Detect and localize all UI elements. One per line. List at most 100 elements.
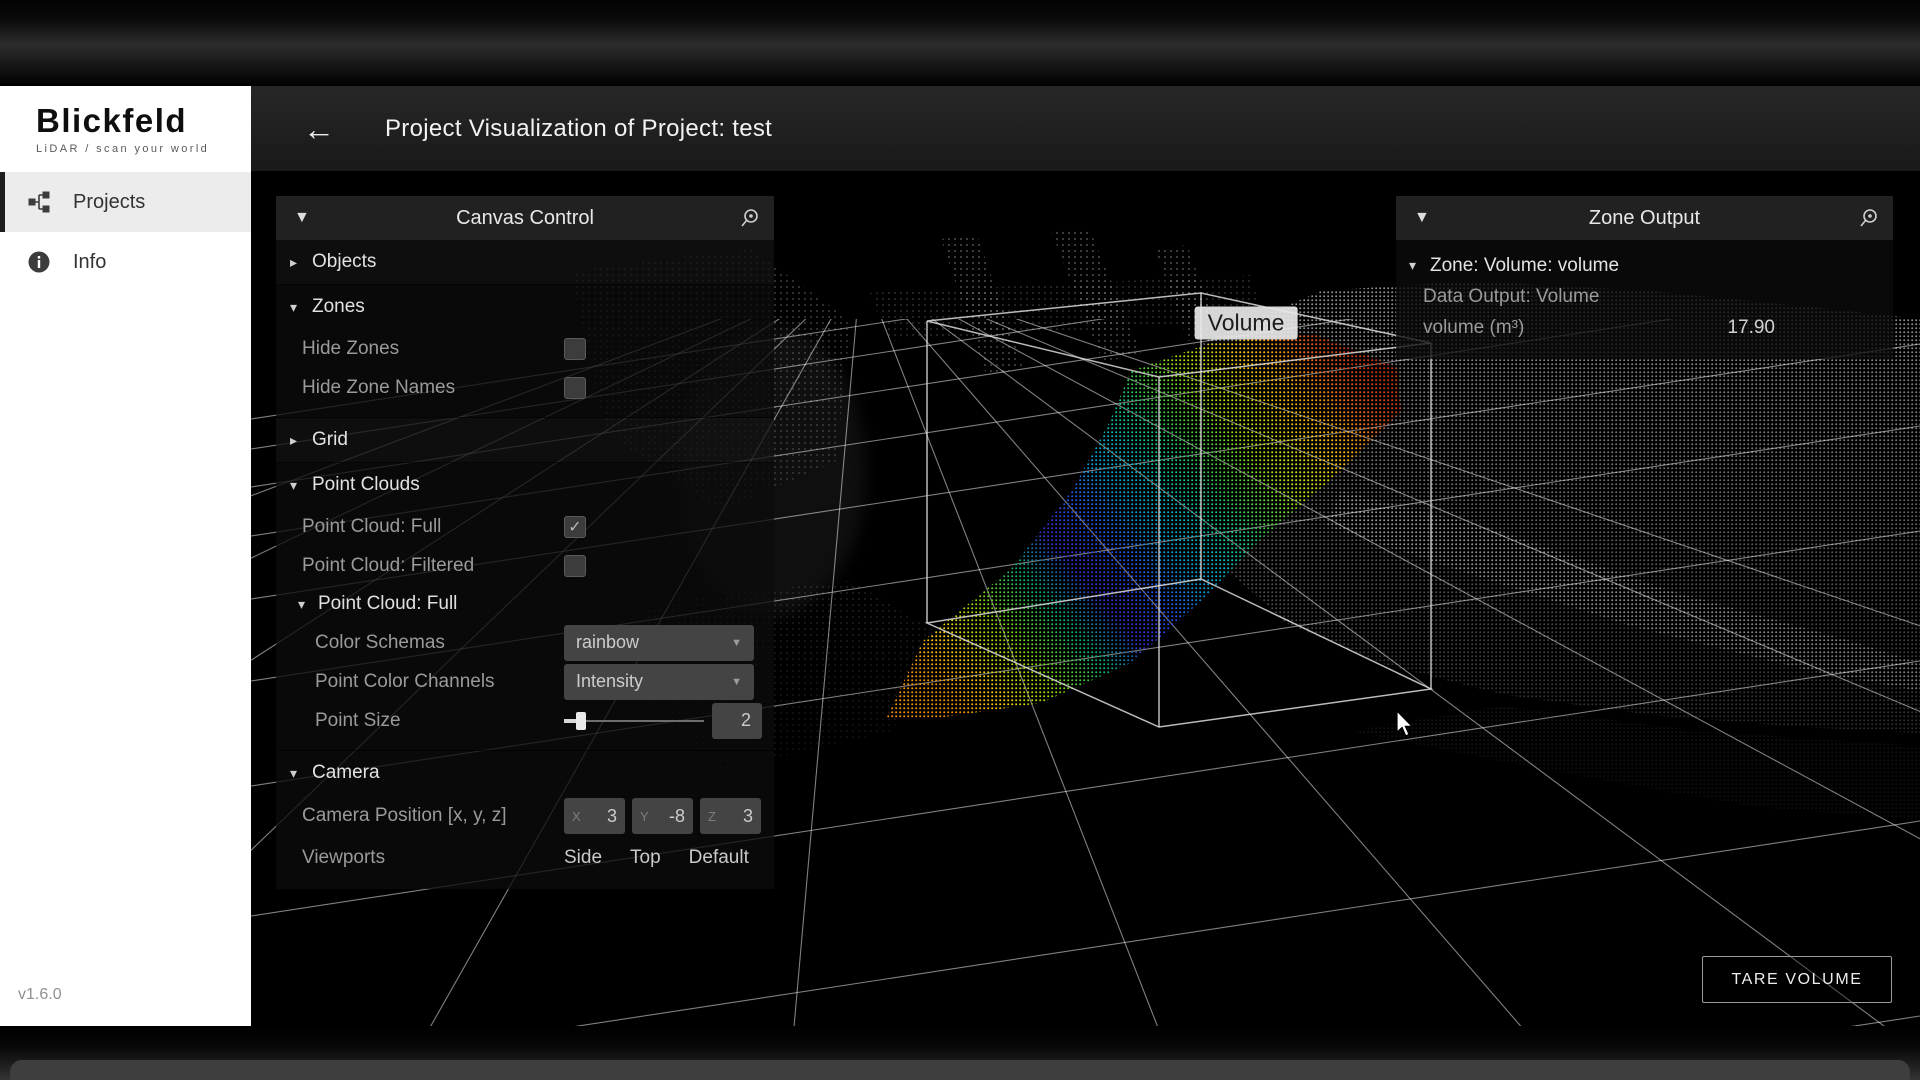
- color-schemas-dropdown[interactable]: rainbow ▼: [564, 625, 754, 661]
- camera-y-input[interactable]: Y -8: [632, 798, 693, 834]
- collapse-panel-icon[interactable]: ▼: [294, 209, 310, 227]
- setting-label: Point Size: [315, 710, 401, 732]
- zone-label: Zone: Volume: volume: [1430, 255, 1619, 277]
- camera-position-row: Camera Position [x, y, z] X 3 Y -8: [276, 795, 774, 837]
- camera-z-input[interactable]: Z 3: [700, 798, 761, 834]
- dropdown-caret-icon: ▼: [731, 676, 742, 688]
- zone-name-label: Volume: [1195, 307, 1298, 340]
- setting-label: Point Color Channels: [315, 671, 495, 693]
- zone-row[interactable]: ▾ Zone: Volume: volume: [1396, 250, 1893, 281]
- viewport-buttons: Side Top Default: [564, 847, 749, 869]
- caret-right-icon: ▸: [290, 254, 302, 271]
- setting-label: Camera Position [x, y, z]: [302, 805, 507, 827]
- app-version: v1.6.0: [18, 986, 62, 1004]
- point-size-slider[interactable]: [564, 703, 704, 739]
- metric-value: 17.90: [1727, 317, 1775, 339]
- viewport-side-button[interactable]: Side: [564, 847, 602, 869]
- zones-section-header[interactable]: ▾ Zones: [276, 285, 774, 329]
- axis-letter: X: [572, 809, 581, 824]
- sidebar-item-label: Projects: [73, 191, 145, 214]
- caret-down-icon: ▾: [290, 477, 302, 494]
- axis-letter: Z: [708, 809, 716, 824]
- caret-right-icon: ▸: [290, 432, 302, 449]
- collapse-panel-icon[interactable]: ▼: [1414, 209, 1430, 227]
- info-icon: [27, 250, 51, 274]
- viewport-default-button[interactable]: Default: [689, 847, 749, 869]
- hide-zones-row: Hide Zones: [276, 329, 774, 368]
- page-title: Project Visualization of Project: test: [385, 115, 772, 143]
- color-schemas-row: Color Schemas rainbow ▼: [276, 623, 774, 662]
- metric-label: volume (m³): [1423, 317, 1524, 339]
- pin-icon[interactable]: [738, 206, 762, 230]
- caret-down-icon: ▾: [290, 299, 302, 316]
- pin-icon[interactable]: [1857, 206, 1881, 230]
- camera-section: ▾ Camera Camera Position [x, y, z] X 3: [276, 751, 774, 889]
- setting-label: Point Cloud: Filtered: [302, 555, 474, 577]
- tare-volume-button[interactable]: TARE VOLUME: [1702, 956, 1892, 1003]
- volume-metric-row: volume (m³) 17.90: [1396, 312, 1893, 343]
- camera-position-inputs: X 3 Y -8 Z 3: [564, 798, 761, 834]
- hide-zone-names-checkbox[interactable]: [564, 377, 586, 399]
- panel-title: Zone Output: [1396, 207, 1893, 230]
- slider-track[interactable]: [564, 720, 704, 722]
- zone-output-body: ▾ Zone: Volume: volume Data Output: Volu…: [1396, 240, 1893, 359]
- hide-zone-names-row: Hide Zone Names: [276, 368, 774, 407]
- axis-value: 3: [743, 806, 753, 827]
- point-clouds-section-header[interactable]: ▾ Point Clouds: [276, 463, 774, 507]
- viewport-top-button[interactable]: Top: [630, 847, 661, 869]
- sidebar-item-projects[interactable]: Projects: [0, 172, 251, 232]
- sidebar-item-label: Info: [73, 251, 106, 274]
- caret-down-icon: ▾: [1409, 257, 1421, 274]
- setting-label: Color Schemas: [315, 632, 445, 654]
- caret-down-icon: ▾: [290, 765, 302, 782]
- canvas-control-header: ▼ Canvas Control: [276, 196, 774, 240]
- sidebar-item-info[interactable]: Info: [0, 232, 251, 292]
- caret-down-icon: ▾: [298, 596, 310, 613]
- camera-x-input[interactable]: X 3: [564, 798, 625, 834]
- camera-section-header[interactable]: ▾ Camera: [276, 751, 774, 795]
- data-output-label: Data Output: Volume: [1423, 286, 1599, 308]
- setting-label: Hide Zones: [302, 338, 399, 360]
- objects-section-header[interactable]: ▸ Objects: [276, 240, 774, 284]
- viewport-3d[interactable]: Volume ▼ Canvas Control ▸: [251, 171, 1920, 1026]
- zone-output-header: ▼ Zone Output: [1396, 196, 1893, 240]
- point-size-value[interactable]: 2: [712, 703, 762, 739]
- grid-section-header[interactable]: ▸ Grid: [276, 418, 774, 462]
- projects-icon: [27, 190, 51, 214]
- point-cloud-filtered-checkbox[interactable]: [564, 555, 586, 577]
- point-size-row: Point Size 2: [276, 701, 774, 740]
- back-arrow-icon[interactable]: ←: [303, 113, 335, 145]
- section-label: Point Clouds: [312, 474, 420, 496]
- point-cloud-filtered-row: Point Cloud: Filtered: [276, 546, 774, 585]
- point-color-channels-dropdown[interactable]: Intensity ▼: [564, 664, 754, 700]
- monitor-base: [10, 1060, 1910, 1080]
- viewports-row: Viewports Side Top Default: [276, 837, 774, 879]
- sidebar: Blickfeld LiDAR / scan your world Projec…: [0, 86, 251, 1026]
- point-cloud-full-subsection-header[interactable]: ▾ Point Cloud: Full: [276, 585, 774, 623]
- setting-label: Hide Zone Names: [302, 377, 455, 399]
- zones-section: ▾ Zones Hide Zones Hide Zone Names: [276, 285, 774, 418]
- app-window: Blickfeld LiDAR / scan your world Projec…: [0, 86, 1920, 1026]
- zone-output-panel: ▼ Zone Output ▾ Zone: Volume: volume Dat…: [1396, 196, 1893, 359]
- axis-value: 3: [607, 806, 617, 827]
- objects-section: ▸ Objects: [276, 240, 774, 285]
- dropdown-caret-icon: ▼: [731, 637, 742, 649]
- slider-handle[interactable]: [576, 712, 586, 730]
- point-cloud-full-row: Point Cloud: Full ✓: [276, 507, 774, 546]
- section-label: Zones: [312, 296, 365, 318]
- logo-wordmark: Blickfeld: [36, 102, 251, 140]
- slider-fill: [564, 719, 576, 723]
- hide-zones-checkbox[interactable]: [564, 338, 586, 360]
- subsection-label: Point Cloud: Full: [318, 593, 457, 615]
- section-label: Camera: [312, 762, 380, 784]
- setting-label: Viewports: [302, 847, 385, 869]
- monitor-bezel-top: [0, 0, 1920, 86]
- grid-section: ▸ Grid: [276, 418, 774, 463]
- panel-title: Canvas Control: [276, 207, 774, 230]
- page-header: ← Project Visualization of Project: test: [251, 86, 1920, 171]
- monitor-bezel-bottom: [0, 1026, 1920, 1080]
- section-label: Grid: [312, 429, 348, 451]
- point-cloud-full-checkbox[interactable]: ✓: [564, 516, 586, 538]
- point-color-channels-row: Point Color Channels Intensity ▼: [276, 662, 774, 701]
- logo-tagline: LiDAR / scan your world: [36, 143, 251, 155]
